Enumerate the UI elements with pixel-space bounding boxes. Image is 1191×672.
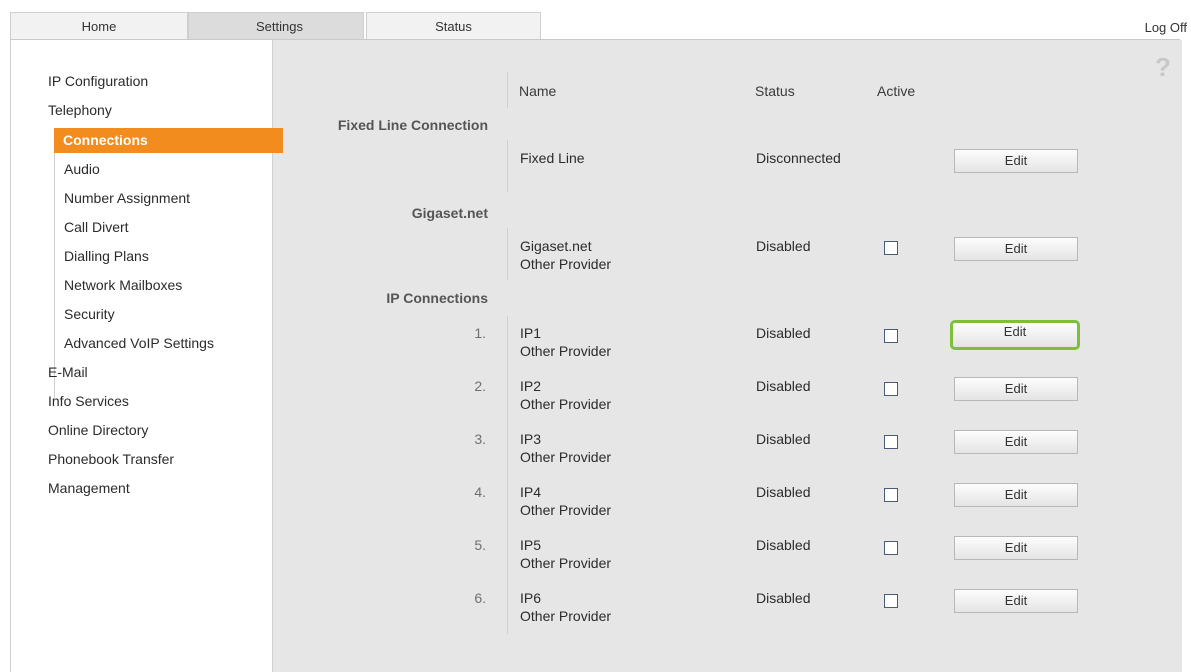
ip-row-name: IP4 <box>520 484 542 500</box>
sidebar-item-email[interactable]: E-Mail <box>48 364 88 380</box>
column-header-status: Status <box>755 83 795 99</box>
ip-row-number: 5. <box>474 537 486 553</box>
ip3-edit-button[interactable]: Edit <box>954 430 1078 454</box>
submenu-rail <box>54 131 55 399</box>
sidebar-item-phonebook-transfer[interactable]: Phonebook Transfer <box>48 451 174 467</box>
ip-row-active-checkbox[interactable] <box>884 488 898 502</box>
ip-row-provider: Other Provider <box>520 343 612 359</box>
ip4-edit-button[interactable]: Edit <box>954 483 1078 507</box>
column-header-name: Name <box>519 83 557 99</box>
section-gigaset-net: Gigaset.net <box>411 205 488 221</box>
ip-row-name: IP1 <box>520 325 542 341</box>
sidebar-item-ip-configuration[interactable]: IP Configuration <box>48 73 148 89</box>
ip-row-provider: Other Provider <box>520 555 612 571</box>
ip2-edit-button[interactable]: Edit <box>954 377 1078 401</box>
column-divider <box>507 316 508 634</box>
top-tab-bar: Home Settings Status <box>10 12 1180 40</box>
ip-row-provider: Other Provider <box>520 502 612 518</box>
ip-row-status: Disabled <box>756 325 811 341</box>
sidebar-item-network-mailboxes[interactable]: Network Mailboxes <box>64 277 182 293</box>
ip-row-status: Disabled <box>756 378 811 394</box>
sidebar-item-number-assignment[interactable]: Number Assignment <box>64 190 190 206</box>
sidebar-item-call-divert[interactable]: Call Divert <box>64 219 129 235</box>
sidebar-item-online-directory[interactable]: Online Directory <box>48 422 148 438</box>
gigaset-provider: Other Provider <box>520 256 612 272</box>
ip-row-active-checkbox[interactable] <box>884 382 898 396</box>
sidebar-item-dialling-plans[interactable]: Dialling Plans <box>64 248 149 264</box>
log-off-link[interactable]: Log Off <box>1145 20 1187 35</box>
ip-row-status: Disabled <box>756 484 811 500</box>
fixed-line-status: Disconnected <box>756 150 841 166</box>
ip-row-number: 3. <box>474 431 486 447</box>
ip-row-provider: Other Provider <box>520 449 612 465</box>
ip-row-active-checkbox[interactable] <box>884 541 898 555</box>
gigaset-active-checkbox[interactable] <box>884 241 898 255</box>
column-divider <box>507 140 508 192</box>
ip-row-status: Disabled <box>756 537 811 553</box>
ip5-edit-button[interactable]: Edit <box>954 536 1078 560</box>
tab-home[interactable]: Home <box>10 12 188 40</box>
section-fixed-line-connection: Fixed Line Connection <box>337 117 488 133</box>
sidebar-item-info-services[interactable]: Info Services <box>48 393 129 409</box>
sidebar-item-management[interactable]: Management <box>48 480 130 496</box>
ip-row-name: IP6 <box>520 590 542 606</box>
sidebar-item-security[interactable]: Security <box>64 306 115 322</box>
ip1-edit-button[interactable]: Edit <box>950 320 1080 350</box>
column-divider <box>507 72 508 108</box>
ip-row-status: Disabled <box>756 590 811 606</box>
ip-row-number: 4. <box>474 484 486 500</box>
ip-row-status: Disabled <box>756 431 811 447</box>
tab-status[interactable]: Status <box>366 12 541 40</box>
column-divider <box>507 228 508 280</box>
fixed-line-edit-button[interactable]: Edit <box>954 149 1078 173</box>
section-ip-connections: IP Connections <box>386 290 488 306</box>
gigaset-name: Gigaset.net <box>520 238 592 254</box>
ip-row-number: 2. <box>474 378 486 394</box>
ip-row-active-checkbox[interactable] <box>884 329 898 343</box>
ip-row-name: IP3 <box>520 431 542 447</box>
fixed-line-name: Fixed Line <box>520 150 585 166</box>
ip-row-active-checkbox[interactable] <box>884 594 898 608</box>
ip-row-name: IP5 <box>520 537 542 553</box>
tab-settings-label: Settings <box>256 19 303 34</box>
ip-row-number: 1. <box>474 325 486 341</box>
ip-row-provider: Other Provider <box>520 396 612 412</box>
ip-row-provider: Other Provider <box>520 608 612 624</box>
sidebar: IP Configuration Telephony Connections A… <box>11 40 283 672</box>
help-icon[interactable]: ? <box>1155 52 1171 83</box>
ip-row-active-checkbox[interactable] <box>884 435 898 449</box>
ip6-edit-button[interactable]: Edit <box>954 589 1078 613</box>
sidebar-item-connections[interactable]: Connections <box>54 128 283 153</box>
ip-row-number: 6. <box>474 590 486 606</box>
tab-settings[interactable]: Settings <box>188 12 364 40</box>
column-header-active: Active <box>877 83 916 99</box>
sidebar-item-telephony[interactable]: Telephony <box>48 102 112 118</box>
sidebar-item-advanced-voip-settings[interactable]: Advanced VoIP Settings <box>64 335 214 351</box>
gigaset-status: Disabled <box>756 238 811 254</box>
sidebar-item-audio[interactable]: Audio <box>64 161 100 177</box>
ip-row-name: IP2 <box>520 378 542 394</box>
gigaset-edit-button[interactable]: Edit <box>954 237 1078 261</box>
